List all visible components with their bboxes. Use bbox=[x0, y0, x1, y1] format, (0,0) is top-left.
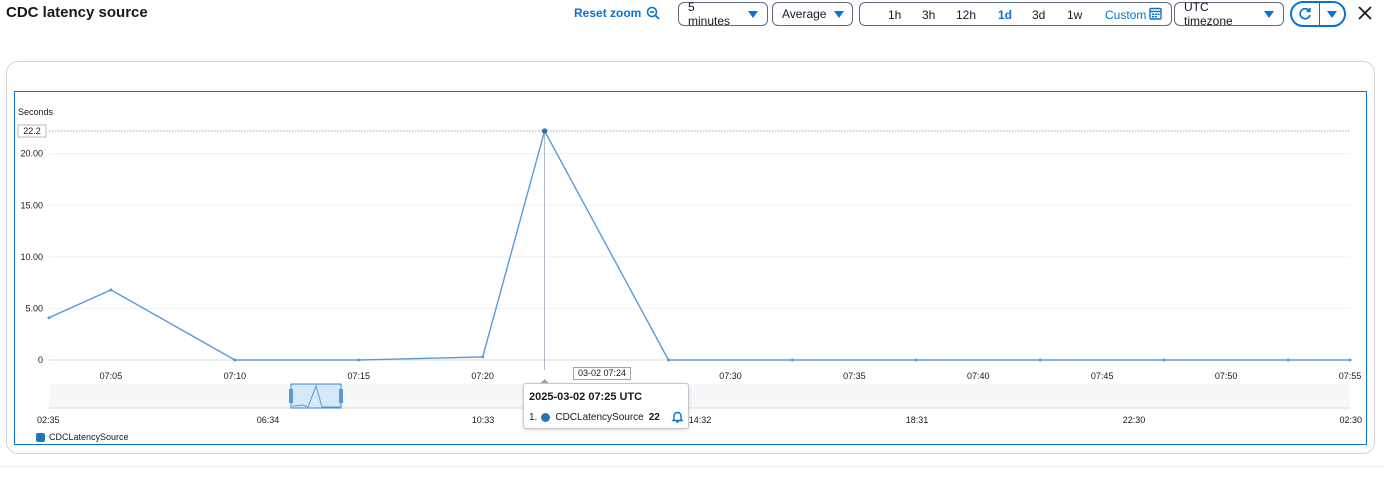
data-point bbox=[790, 358, 794, 362]
y-tick-label: 5.00 bbox=[25, 303, 43, 313]
overview-handle-left bbox=[289, 389, 293, 403]
overview-handle-right bbox=[339, 389, 343, 403]
max-value-label: 22.2 bbox=[23, 126, 41, 136]
overview-tick-label: 10:33 bbox=[472, 415, 495, 425]
data-point bbox=[357, 358, 361, 362]
x-tick-label: 07:35 bbox=[843, 371, 866, 381]
legend-label: CDCLatencySource bbox=[49, 432, 129, 442]
chart-tooltip: 2025-03-02 07:25 UTC 1. CDCLatencySource… bbox=[523, 383, 689, 429]
tooltip-index: 1. bbox=[529, 412, 538, 423]
legend-swatch bbox=[36, 432, 45, 442]
x-tick-label: 07:40 bbox=[967, 371, 990, 381]
data-point bbox=[914, 358, 918, 362]
data-point bbox=[542, 128, 548, 134]
overview-tick-label: 14:32 bbox=[689, 415, 712, 425]
y-tick-label: 20.00 bbox=[20, 149, 43, 159]
data-point bbox=[667, 358, 671, 362]
x-tick-label: 07:50 bbox=[1215, 371, 1238, 381]
line-chart: Seconds05.0010.0015.0020.0022.2 07:05 07:… bbox=[17, 107, 1362, 425]
data-point bbox=[109, 288, 113, 292]
y-tick-label: 15.00 bbox=[20, 200, 43, 210]
x-tick-label: 07:05 bbox=[100, 371, 123, 381]
x-tick-label: 07:20 bbox=[471, 371, 494, 381]
data-point bbox=[1286, 358, 1290, 362]
tooltip-row: 1. CDCLatencySource 22 bbox=[529, 412, 660, 423]
data-point bbox=[1162, 358, 1166, 362]
overview-tick-label: 02:35 bbox=[37, 415, 60, 425]
tooltip-value: 22 bbox=[648, 412, 660, 423]
overview-tick-label: 22:30 bbox=[1123, 415, 1146, 425]
x-tick-label: 07:55 bbox=[1339, 371, 1362, 381]
series-color-dot bbox=[541, 413, 551, 422]
y-axis: Seconds 0 5.00 10.00 15.00 20.00 22.2 bbox=[17, 107, 54, 365]
series-line bbox=[48, 129, 1350, 361]
hover-time-label: 03-02 07:24 bbox=[573, 367, 632, 380]
series-layer bbox=[47, 128, 1352, 362]
x-axis: 07:05 07:10 07:15 07:20 07:30 07:35 07:40 07:45… bbox=[100, 371, 1362, 381]
data-point bbox=[1038, 358, 1042, 362]
y-tick-label: 0 bbox=[38, 355, 43, 365]
divider bbox=[0, 466, 1384, 467]
gridlines bbox=[49, 130, 1350, 383]
overview-tick-label: 06:34 bbox=[257, 415, 280, 425]
data-point bbox=[1348, 358, 1352, 362]
y-tick-label: 10.00 bbox=[20, 252, 43, 262]
overview-track bbox=[49, 384, 1350, 408]
x-tick-label: 07:10 bbox=[224, 371, 247, 381]
chart-legend[interactable]: CDCLatencySource bbox=[36, 432, 129, 442]
overview-tick-label: 02:30 bbox=[1339, 415, 1362, 425]
overview-tick-label: 18:31 bbox=[906, 415, 929, 425]
data-point bbox=[481, 355, 485, 359]
x-tick-label: 07:15 bbox=[347, 371, 370, 381]
data-point bbox=[47, 316, 51, 320]
x-tick-label: 07:45 bbox=[1091, 371, 1114, 381]
x-tick-label: 07:30 bbox=[719, 371, 742, 381]
bell-icon[interactable] bbox=[671, 410, 684, 423]
tooltip-title: 2025-03-02 07:25 UTC bbox=[529, 391, 643, 403]
overview-navigator: 02:35 06:34 10:33 14:32 18:31 22:30 02:30 bbox=[37, 383, 1362, 425]
data-point bbox=[233, 358, 237, 362]
y-axis-label: Seconds bbox=[18, 107, 54, 117]
tooltip-series-name: CDCLatencySource bbox=[555, 412, 644, 423]
